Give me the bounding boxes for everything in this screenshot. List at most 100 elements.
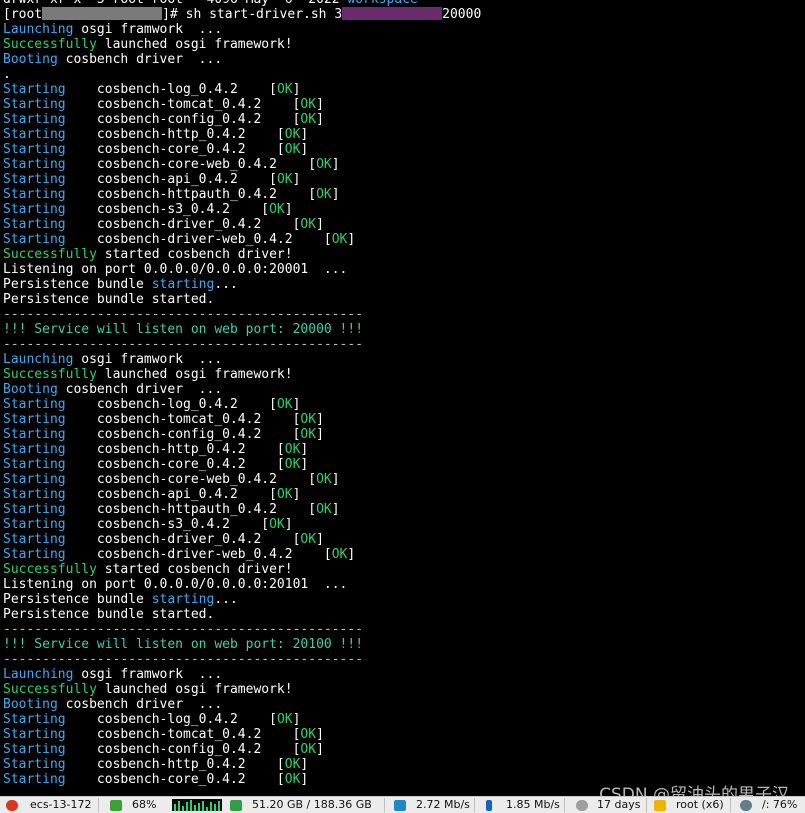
terminal-text: ] <box>316 727 324 742</box>
terminal-output: drwxr-xr-x 5 root root 4096 May 6 2022 w… <box>3 0 481 787</box>
terminal-text: cosbench-http_0.4.2 [ <box>96 757 285 772</box>
terminal-text: workspace <box>347 0 417 7</box>
terminal-text: ] <box>331 187 340 202</box>
terminal-text: ----------------------------------------… <box>3 622 364 637</box>
terminal-line: Launching osgi framwork ... <box>3 352 481 367</box>
terminal-text: Launching <box>3 667 74 682</box>
terminal-text: ----------------------------------------… <box>3 307 364 322</box>
terminal-text: ... <box>214 592 238 607</box>
terminal-text: OK <box>284 772 301 787</box>
terminal-text: Listening on port 0.0.0.0/0.0.0.0:20101 … <box>3 577 348 592</box>
terminal-text: Starting <box>3 412 97 427</box>
terminal-text: Persistence bundle <box>3 592 152 607</box>
terminal-text: Starting <box>3 97 97 112</box>
clock-icon <box>576 800 588 811</box>
terminal-text: !!! Service will listen on web port: 200… <box>3 322 364 337</box>
terminal-text: OK <box>300 427 317 442</box>
terminal-text: cosbench-core-web_0.4.2 [ <box>96 472 317 487</box>
terminal-text: Starting <box>3 427 97 442</box>
terminal-line: drwxr-xr-x 5 root root 4096 May 6 2022 w… <box>3 0 481 7</box>
terminal-text: OK <box>276 487 293 502</box>
status-cpu: 68% <box>132 798 157 811</box>
terminal-line: Starting cosbench-tomcat_0.4.2 [OK] <box>3 412 481 427</box>
status-disk: 51.20 GB / 188.36 GB <box>252 798 372 811</box>
terminal-line: Starting cosbench-tomcat_0.4.2 [OK] <box>3 97 481 112</box>
terminal-line: Starting cosbench-core-web_0.4.2 [OK] <box>3 472 481 487</box>
terminal-text: ] <box>316 217 324 232</box>
status-mem: /: 76% <box>762 798 798 811</box>
terminal-line: Starting cosbench-http_0.4.2 [OK] <box>3 127 481 142</box>
terminal-text: OK <box>269 517 285 532</box>
terminal-text: Successfully <box>3 247 97 262</box>
terminal-text: ] <box>331 502 340 517</box>
terminal-text: ----------------------------------------… <box>3 652 364 667</box>
terminal-line: Successfully started cosbench driver! <box>3 562 481 577</box>
terminal-text: Booting <box>3 697 58 712</box>
terminal-text: Starting <box>3 442 97 457</box>
terminal-text: Starting <box>3 142 97 157</box>
terminal-text: ] <box>300 457 309 472</box>
terminal-text: OK <box>269 202 285 217</box>
terminal-window[interactable]: drwxr-xr-x 5 root root 4096 May 6 2022 w… <box>0 0 805 796</box>
terminal-text: starting <box>151 277 215 292</box>
terminal-text: cosbench-core_0.4.2 [ <box>96 772 285 787</box>
terminal-text: Starting <box>3 532 97 547</box>
terminal-text: OK <box>276 82 293 97</box>
terminal-text: ] <box>300 757 309 772</box>
terminal-text: Starting <box>3 712 97 727</box>
terminal-text: Persistence bundle started. <box>3 607 215 622</box>
terminal-text: ] <box>316 742 324 757</box>
terminal-line: Starting cosbench-log_0.4.2 [OK] <box>3 397 481 412</box>
terminal-text: OK <box>284 457 301 472</box>
terminal-line: Booting cosbench driver ... <box>3 697 481 712</box>
terminal-text: ] <box>284 517 293 532</box>
terminal-line: Successfully started cosbench driver! <box>3 247 481 262</box>
terminal-text: ] <box>347 232 356 247</box>
terminal-line: Starting cosbench-config_0.4.2 [OK] <box>3 427 481 442</box>
terminal-line: Starting cosbench-core_0.4.2 [OK] <box>3 772 481 787</box>
terminal-text: cosbench-httpauth_0.4.2 [ <box>96 502 317 517</box>
terminal-text: cosbench-config_0.4.2 [ <box>96 427 301 442</box>
download-icon <box>486 800 492 811</box>
terminal-text: ] <box>316 532 324 547</box>
terminal-text: cosbench-log_0.4.2 [ <box>96 712 277 727</box>
terminal-text: Starting <box>3 742 97 757</box>
terminal-line: Starting cosbench-tomcat_0.4.2 [OK] <box>3 727 481 742</box>
terminal-text: cosbench-core_0.4.2 [ <box>96 457 285 472</box>
terminal-line: Starting cosbench-httpauth_0.4.2 [OK] <box>3 502 481 517</box>
terminal-line: Listening on port 0.0.0.0/0.0.0.0:20001 … <box>3 262 481 277</box>
terminal-line: Successfully launched osgi framework! <box>3 37 481 52</box>
terminal-line: !!! Service will listen on web port: 201… <box>3 637 481 652</box>
terminal-text: OK <box>331 232 348 247</box>
terminal-line: Starting cosbench-config_0.4.2 [OK] <box>3 742 481 757</box>
terminal-text: Starting <box>3 217 97 232</box>
status-separator <box>730 798 731 812</box>
terminal-text: Starting <box>3 757 97 772</box>
terminal-line: Starting cosbench-api_0.4.2 [OK] <box>3 172 481 187</box>
terminal-text: cosbench-config_0.4.2 [ <box>96 742 301 757</box>
terminal-text: Persistence bundle started. <box>3 292 215 307</box>
terminal-text: Starting <box>3 82 97 97</box>
terminal-text: Starting <box>3 157 97 172</box>
terminal-text: OK <box>284 757 301 772</box>
terminal-line: Starting cosbench-s3_0.4.2 [OK] <box>3 517 481 532</box>
terminal-line: Successfully launched osgi framework! <box>3 682 481 697</box>
terminal-text: ] <box>292 487 301 502</box>
terminal-text: Booting <box>3 382 58 397</box>
terminal-text: cosbench-log_0.4.2 [ <box>96 397 277 412</box>
terminal-text: ]# sh start-driver.sh 3 <box>162 7 343 22</box>
terminal-text: cosbench-driver-web_0.4.2 [ <box>96 232 332 247</box>
status-download: 1.85 Mb/s <box>506 798 560 811</box>
terminal-text: OK <box>300 217 317 232</box>
terminal-text: cosbench-http_0.4.2 [ <box>96 127 285 142</box>
terminal-line: Booting cosbench driver ... <box>3 382 481 397</box>
terminal-text: OK <box>300 727 317 742</box>
terminal-line: Booting cosbench driver ... <box>3 52 481 67</box>
status-user: root (x6) <box>676 798 724 811</box>
terminal-line: Persistence bundle started. <box>3 292 481 307</box>
terminal-text: OK <box>300 412 317 427</box>
terminal-text: Starting <box>3 727 97 742</box>
terminal-text: cosbench-tomcat_0.4.2 [ <box>96 97 301 112</box>
status-upload: 2.72 Mb/s <box>416 798 470 811</box>
terminal-text: started cosbench driver! <box>96 562 293 577</box>
